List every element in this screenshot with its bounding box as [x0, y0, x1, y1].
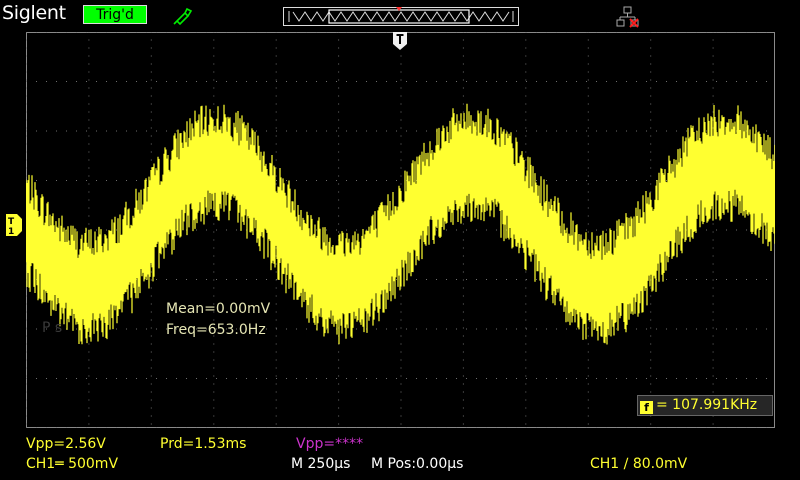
- frequency-counter: f = 107.991KHz: [637, 395, 773, 416]
- vpp-ch2-measurement: Vpp=****: [296, 436, 364, 452]
- waveform-display[interactable]: [26, 32, 775, 428]
- svg-text:1: 1: [8, 227, 14, 236]
- usb-disconnected-icon: [616, 6, 639, 28]
- trigger-status-badge: Trig'd: [83, 5, 147, 24]
- period-measurement: Prd=1.53ms: [160, 436, 247, 452]
- ghost-readout: P s: [42, 320, 63, 336]
- horizontal-position[interactable]: M Pos:0.00µs: [371, 456, 463, 472]
- trigger-position-marker[interactable]: [393, 32, 407, 50]
- ch1-vertical-scale[interactable]: CH1═ 500mV: [26, 456, 118, 472]
- memory-depth-bar: [283, 7, 519, 26]
- mean-measurement: Mean=0.00mV: [166, 301, 271, 317]
- frequency-counter-icon: f: [640, 401, 653, 414]
- vpp-ch1-measurement: Vpp=2.56V: [26, 436, 106, 452]
- freq-measurement: Freq=653.0Hz: [166, 322, 266, 338]
- trigger-setting[interactable]: CH1 ∕ 80.0mV: [590, 456, 687, 472]
- brand-logo: Siglent: [2, 2, 66, 24]
- probe-icon: [173, 7, 193, 26]
- ch1-level-marker[interactable]: T 1: [6, 214, 22, 236]
- svg-text:T: T: [8, 217, 15, 227]
- timebase-setting[interactable]: M 250µs: [291, 456, 350, 472]
- frequency-counter-value: = 107.991KHz: [656, 397, 758, 413]
